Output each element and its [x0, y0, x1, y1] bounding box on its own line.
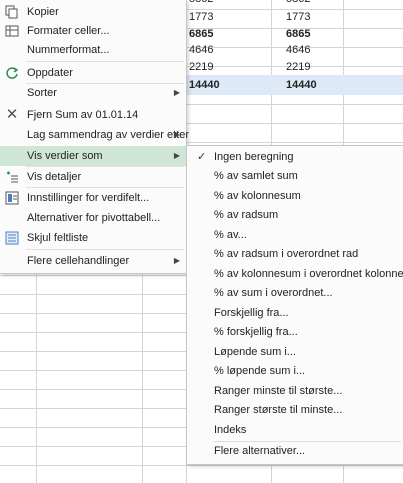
- value-cell[interactable]: 14440: [283, 76, 317, 94]
- submenu-arrow-icon: ▶: [173, 130, 180, 139]
- submenu-item-label: % løpende sum i...: [214, 365, 306, 377]
- menu-item-label: Oppdater: [27, 67, 73, 79]
- submenu-item-label: Ranger minste til største...: [214, 385, 343, 397]
- submenu-item-label: % av kolonnesum i overordnet kolonne: [214, 268, 403, 280]
- menu-item-number-format[interactable]: Nummerformat...: [0, 40, 186, 60]
- menu-item-remove-sum[interactable]: ✕ Fjern Sum av 01.01.14: [0, 105, 186, 125]
- remove-x-icon: ✕: [5, 106, 19, 123]
- value-cell[interactable]: 1773: [186, 8, 213, 26]
- value-cell[interactable]: 2219: [283, 58, 310, 76]
- submenu-item-no-calculation[interactable]: ✓ Ingen beregning: [187, 148, 403, 167]
- show-values-as-submenu: ✓ Ingen beregning % av samlet sum % av k…: [186, 145, 403, 465]
- value-cell[interactable]: 4646: [283, 41, 310, 59]
- submenu-item-percent-of[interactable]: % av...: [187, 226, 403, 245]
- menu-item-more-cell-actions[interactable]: Flere cellehandlinger ▶: [0, 251, 186, 271]
- submenu-item-running-total[interactable]: Løpende sum i...: [187, 343, 403, 362]
- submenu-item-index[interactable]: Indeks: [187, 421, 403, 440]
- submenu-item-label: % av radsum i overordnet rad: [214, 248, 359, 260]
- show-details-icon: [4, 169, 20, 185]
- value-cell[interactable]: 2219: [186, 58, 213, 76]
- menu-item-label: Kopier: [27, 6, 59, 18]
- menu-item-summarize-by[interactable]: Lag sammendrag av verdier etter ▶: [0, 125, 190, 145]
- submenu-item-label: % av...: [214, 229, 247, 241]
- submenu-item-label: % av kolonnesum: [214, 190, 301, 202]
- submenu-item-label: Forskjellig fra...: [214, 307, 289, 319]
- submenu-item-label: % av samlet sum: [214, 170, 298, 182]
- menu-item-pivot-options[interactable]: Alternativer for pivottabell...: [0, 208, 186, 228]
- menu-separator: [26, 61, 184, 62]
- submenu-item-percent-column-total[interactable]: % av kolonnesum: [187, 187, 403, 206]
- menu-item-format-cells[interactable]: Formater celler...: [0, 21, 186, 41]
- submenu-item-difference-from[interactable]: Forskjellig fra...: [187, 304, 403, 323]
- submenu-item-label: Ingen beregning: [214, 151, 294, 163]
- menu-item-label: Alternativer for pivottabell...: [27, 212, 161, 224]
- value-cell[interactable]: 1773: [283, 8, 310, 26]
- submenu-item-label: % av sum i overordnet...: [214, 287, 333, 299]
- submenu-item-label: % av radsum: [214, 209, 279, 221]
- menu-item-label: Nummerformat...: [27, 44, 110, 56]
- grid-line: [0, 465, 403, 466]
- submenu-item-rank-largest-smallest[interactable]: Ranger største til minste...: [187, 401, 403, 420]
- submenu-item-label: Løpende sum i...: [214, 346, 296, 358]
- menu-item-label: Lag sammendrag av verdier etter: [27, 129, 190, 141]
- copy-icon: [4, 4, 20, 20]
- value-cell[interactable]: 14440: [186, 76, 220, 94]
- menu-item-label: Innstillinger for verdifelt...: [27, 192, 150, 204]
- refresh-icon: [4, 65, 20, 81]
- menu-item-label: Formater celler...: [27, 25, 110, 37]
- menu-item-label: Vis verdier som: [27, 150, 103, 162]
- submenu-item-percent-parent-row[interactable]: % av radsum i overordnet rad: [187, 245, 403, 264]
- submenu-item-more-options[interactable]: Flere alternativer...: [187, 442, 403, 461]
- field-list-icon: [4, 230, 20, 246]
- submenu-item-label: Flere alternativer...: [214, 445, 306, 457]
- submenu-item-label: Ranger største til minste...: [214, 404, 343, 416]
- submenu-item-percent-parent-total[interactable]: % av sum i overordnet...: [187, 284, 403, 303]
- menu-item-label: Fjern Sum av 01.01.14: [27, 109, 139, 121]
- menu-item-field-settings[interactable]: Innstillinger for verdifelt...: [0, 188, 186, 208]
- checkmark-icon: ✓: [197, 151, 207, 163]
- submenu-item-label: % forskjellig fra...: [214, 326, 298, 338]
- menu-item-show-values-as[interactable]: Vis verdier som ▶: [0, 146, 186, 166]
- menu-item-label: Flere cellehandlinger: [27, 255, 130, 267]
- context-menu: Kopier Formater celler... Nummerformat..…: [0, 0, 190, 274]
- menu-item-sort[interactable]: Sorter ▶: [0, 83, 186, 103]
- value-cell[interactable]: 4646: [186, 41, 213, 59]
- submenu-item-percent-running-total[interactable]: % løpende sum i...: [187, 362, 403, 381]
- field-settings-icon: [4, 190, 20, 206]
- menu-item-label: Vis detaljer: [27, 171, 82, 183]
- submenu-item-percent-grand-total[interactable]: % av samlet sum: [187, 167, 403, 186]
- menu-item-copy[interactable]: Kopier: [0, 2, 186, 22]
- value-cell[interactable]: 5862: [186, 0, 213, 8]
- submenu-arrow-icon: ▶: [173, 256, 180, 265]
- menu-separator: [26, 249, 184, 250]
- submenu-arrow-icon: ▶: [173, 88, 180, 97]
- submenu-item-percent-difference-from[interactable]: % forskjellig fra...: [187, 323, 403, 342]
- submenu-arrow-icon: ▶: [173, 151, 180, 160]
- menu-item-hide-field-list[interactable]: Skjul feltliste: [0, 228, 186, 248]
- format-cells-icon: [4, 23, 20, 39]
- menu-item-label: Sorter: [27, 87, 57, 99]
- menu-item-refresh[interactable]: Oppdater: [0, 63, 186, 83]
- submenu-item-percent-row-total[interactable]: % av radsum: [187, 206, 403, 225]
- value-cell[interactable]: 5862: [283, 0, 310, 8]
- menu-item-label: Skjul feltliste: [27, 232, 89, 244]
- submenu-item-label: Indeks: [214, 424, 247, 436]
- menu-item-show-details[interactable]: Vis detaljer: [0, 167, 186, 187]
- submenu-item-rank-smallest-largest[interactable]: Ranger minste til største...: [187, 382, 403, 401]
- submenu-item-percent-parent-column[interactable]: % av kolonnesum i overordnet kolonne: [187, 265, 403, 284]
